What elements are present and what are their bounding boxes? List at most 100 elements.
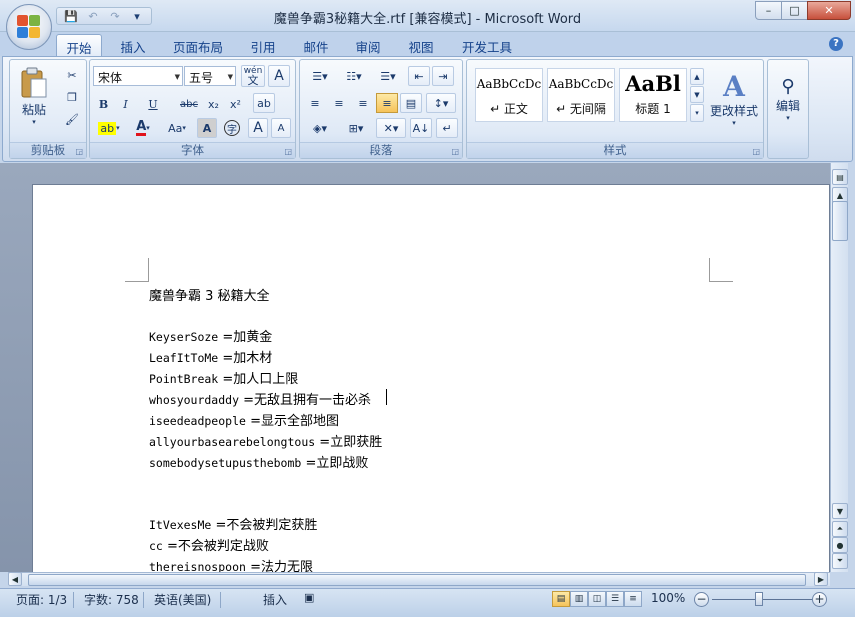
underline-button[interactable]: U (140, 94, 166, 114)
style-normal[interactable]: AaBbCcDc ↵ 正文 (475, 68, 543, 122)
italic-button[interactable]: I (116, 94, 135, 114)
change-case-icon: Aa (168, 121, 183, 135)
paste-button[interactable]: 粘贴 ▾ (16, 64, 52, 128)
tab-references[interactable]: 引用 (240, 34, 286, 56)
outline-view-icon[interactable]: ☰ (606, 591, 624, 607)
style-no-spacing-name: ↵ 无间隔 (556, 102, 606, 116)
tab-home[interactable]: 开始 (56, 34, 102, 56)
zoom-in-icon[interactable]: + (812, 592, 827, 607)
font-name-value: 宋体 (98, 71, 123, 85)
superscript-button[interactable]: x² (225, 94, 246, 114)
scroll-right-icon[interactable]: ▶ (814, 572, 828, 586)
styles-scroll-up-icon[interactable]: ▲ (690, 68, 704, 85)
font-size-value: 五号 (189, 71, 214, 85)
vertical-scroll-thumb[interactable] (832, 201, 848, 241)
numbering-icon[interactable]: ☷▾ (338, 66, 370, 86)
change-styles-button[interactable]: A 更改样式 ▾ (707, 64, 761, 134)
close-button[interactable]: ✕ (807, 1, 851, 20)
macro-recording-icon[interactable]: ▣ (304, 591, 314, 604)
decrease-indent-icon[interactable]: ⇤ (408, 66, 430, 86)
print-layout-view-icon[interactable]: ▤ (552, 591, 570, 607)
font-name-combo[interactable]: 宋体 ▼ (93, 66, 183, 86)
tab-review[interactable]: 审阅 (345, 34, 391, 56)
minimize-button[interactable]: – (755, 1, 782, 20)
office-button[interactable] (6, 4, 52, 50)
vertical-scrollbar[interactable]: ▤ ▲ ▼ ⏶ ● ⏷ (830, 163, 848, 572)
highlight-button[interactable]: ab ▾ (94, 118, 124, 138)
zoom-out-icon[interactable]: − (694, 592, 709, 607)
justify-icon[interactable]: ≡ (376, 93, 398, 113)
cut-icon[interactable]: ✂ (62, 66, 82, 84)
styles-launcher-icon[interactable]: ◲ (752, 147, 760, 156)
subscript-button[interactable]: x₂ (203, 94, 224, 114)
character-border-button[interactable]: A (268, 65, 290, 87)
shading-icon[interactable]: ◈▾ (304, 118, 336, 138)
character-shading-button[interactable]: A (197, 118, 217, 138)
style-no-spacing[interactable]: AaBbCcDc ↵ 无间隔 (547, 68, 615, 122)
document-page[interactable]: 魔兽争霸 3 秘籍大全 KeyserSoze =加黄金 LeafItToMe =… (32, 184, 830, 584)
maximize-button[interactable]: □ (781, 1, 808, 20)
clipboard-launcher-icon[interactable]: ◲ (75, 147, 83, 156)
sort-chinese-layout-icon[interactable]: ✕▾ (376, 118, 406, 138)
title-bar: 💾 ↶ ↷ ▾ 魔兽争霸3秘籍大全.rtf [兼容模式] - Microsoft… (0, 0, 855, 32)
tab-developer[interactable]: 开发工具 (455, 34, 519, 56)
ruler-toggle-icon[interactable]: ▤ (832, 169, 848, 185)
draft-view-icon[interactable]: ≡ (624, 591, 642, 607)
align-center-icon[interactable]: ≡ (328, 93, 350, 113)
sort-icon[interactable]: A↓ (410, 118, 432, 138)
scroll-left-icon[interactable]: ◀ (8, 572, 22, 586)
full-screen-reading-icon[interactable]: ▥ (570, 591, 588, 607)
font-launcher-icon[interactable]: ◲ (284, 147, 292, 156)
bullets-icon[interactable]: ☰▾ (304, 66, 336, 86)
enclose-characters-button[interactable]: 字 (221, 118, 243, 138)
style-heading-1[interactable]: AaBl 标题 1 (619, 68, 687, 122)
cheat-line: whosyourdaddy =无敌且拥有一击必杀 (149, 393, 372, 408)
distributed-icon[interactable]: ▤ (400, 93, 422, 113)
align-left-icon[interactable]: ≡ (304, 93, 326, 113)
font-color-button[interactable]: A ▾ (128, 118, 158, 138)
tab-insert[interactable]: 插入 (110, 34, 156, 56)
line-spacing-icon[interactable]: ↕▾ (426, 93, 456, 113)
page-indicator[interactable]: 页面: 1/3 (16, 591, 67, 608)
editing-button[interactable]: ⚲ 编辑 ▾ (770, 64, 806, 134)
change-case-button[interactable]: Aa ▾ (162, 118, 192, 138)
status-bar: 页面: 1/3 字数: 758 英语(美国) 插入 ▣ ▤ ▥ ◫ ☰ ≡ 10… (0, 588, 855, 617)
zoom-slider-thumb[interactable] (755, 592, 763, 606)
font-size-combo[interactable]: 五号 ▼ (184, 66, 236, 86)
web-layout-icon[interactable]: ◫ (588, 591, 606, 607)
tab-page-layout[interactable]: 页面布局 (166, 34, 230, 56)
scroll-down-icon[interactable]: ▼ (832, 503, 848, 519)
zoom-level[interactable]: 100% (651, 591, 685, 605)
tab-view[interactable]: 视图 (398, 34, 444, 56)
clear-formatting-icon[interactable]: ab (253, 93, 275, 113)
increase-indent-icon[interactable]: ⇥ (432, 66, 454, 86)
styles-more-icon[interactable]: ▾ (690, 104, 704, 122)
copy-icon[interactable]: ❐ (62, 88, 82, 106)
format-painter-icon[interactable]: 🖌 (62, 110, 82, 128)
multilevel-list-icon[interactable]: ☰▾ (372, 66, 404, 86)
ribbon-tabs: 开始 插入 页面布局 引用 邮件 审阅 视图 开发工具 ? (0, 32, 855, 56)
next-page-icon[interactable]: ⏷ (832, 553, 848, 569)
shrink-font-button[interactable]: A (271, 118, 291, 138)
grow-font-button[interactable]: A (248, 118, 268, 138)
help-icon[interactable]: ? (829, 37, 843, 51)
paragraph-launcher-icon[interactable]: ◲ (451, 147, 459, 156)
horizontal-scroll-thumb[interactable] (28, 574, 806, 586)
show-marks-icon[interactable]: ↵ (436, 118, 458, 138)
browse-object-icon[interactable]: ● (832, 537, 848, 553)
phonetic-guide-button[interactable]: wén 文 (241, 65, 265, 87)
font-group: 宋体 ▼ 五号 ▼ wén 文 A B I U abc x₂ x² ab ab ▾ A ▾… (89, 59, 296, 159)
align-right-icon[interactable]: ≡ (352, 93, 374, 113)
horizontal-scrollbar[interactable]: ◀ ▶ (8, 572, 830, 586)
styles-scroll-down-icon[interactable]: ▼ (690, 86, 704, 103)
bold-button[interactable]: B (94, 94, 113, 114)
borders-icon[interactable]: ⊞▾ (340, 118, 372, 138)
strikethrough-button[interactable]: abc (176, 94, 202, 114)
tab-mailings[interactable]: 邮件 (293, 34, 339, 56)
insert-mode-indicator[interactable]: 插入 (263, 591, 287, 608)
style-heading-1-sample: AaBl (625, 71, 681, 96)
language-indicator[interactable]: 英语(美国) (154, 591, 211, 608)
font-group-label: 字体 (90, 142, 295, 158)
previous-page-icon[interactable]: ⏶ (832, 521, 848, 537)
word-count[interactable]: 字数: 758 (84, 591, 139, 608)
